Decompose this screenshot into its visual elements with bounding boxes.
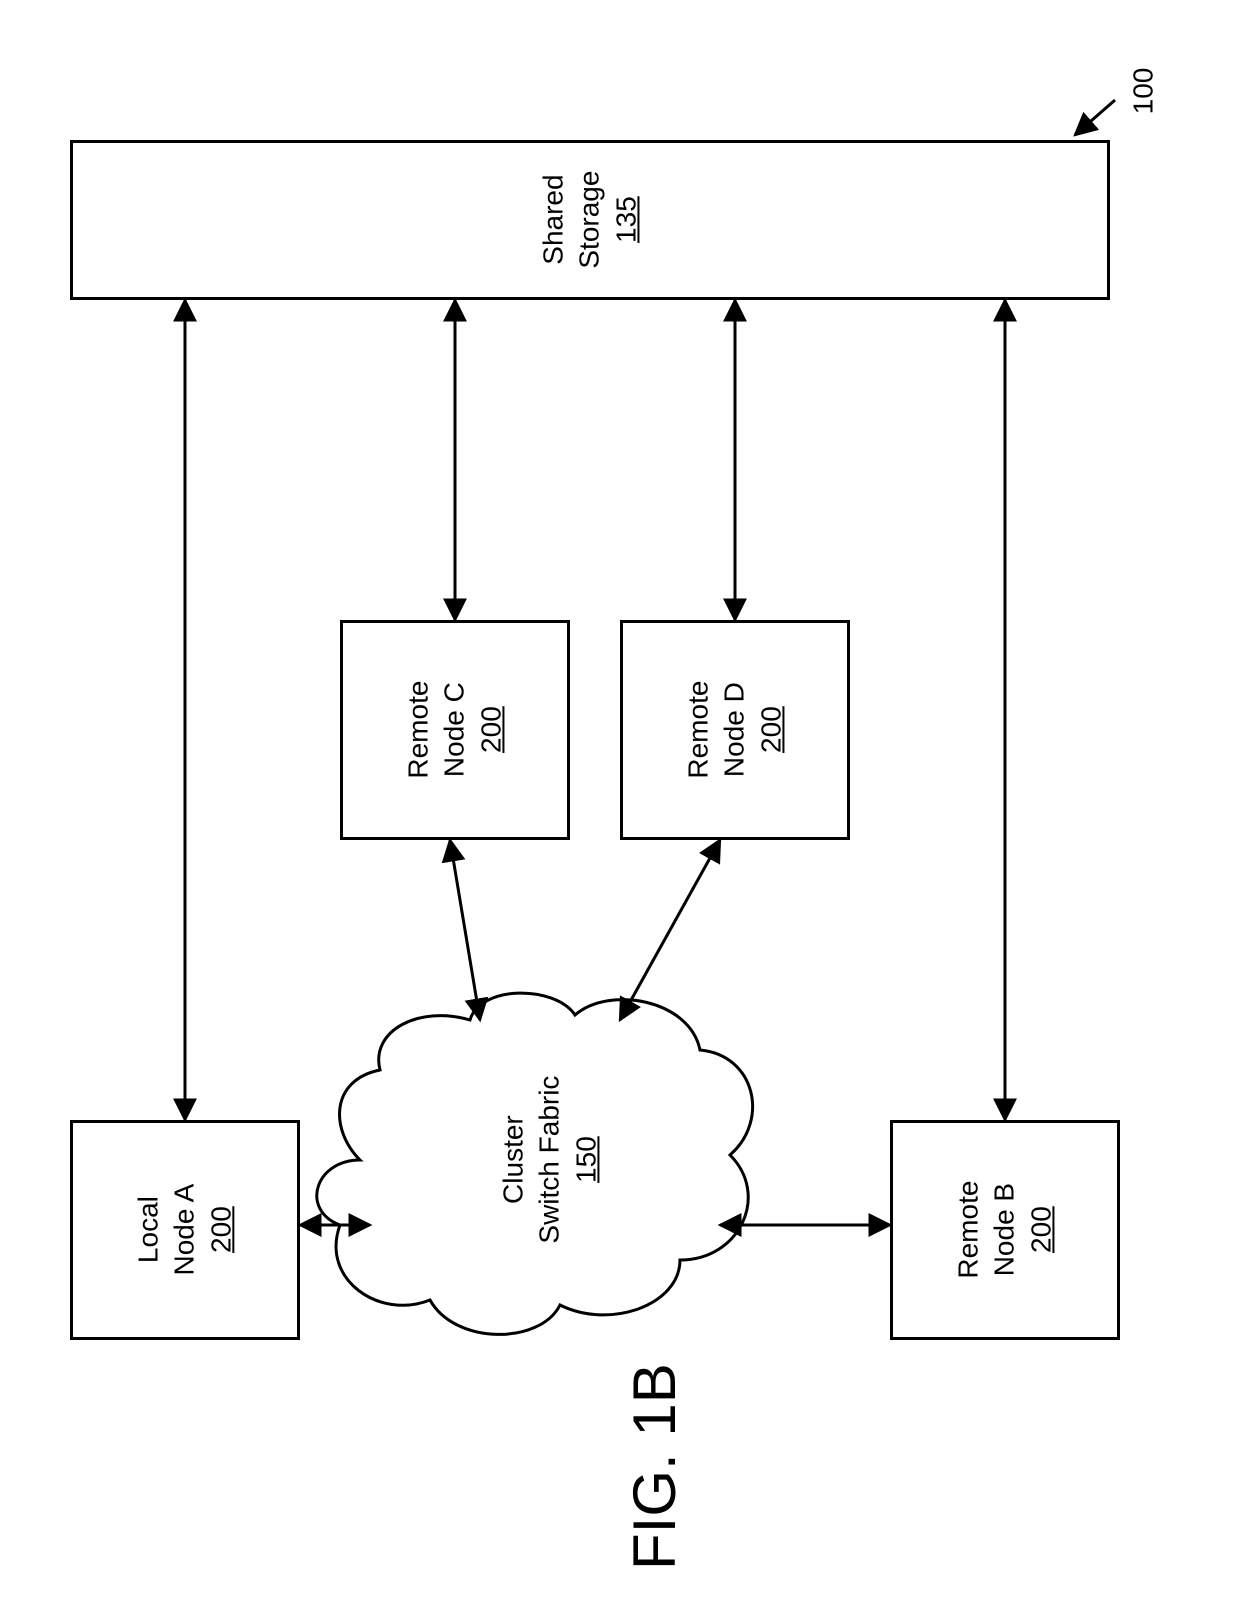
cluster-fabric-label: Cluster Switch Fabric 150	[440, 1090, 660, 1230]
ref-leader-arrow	[1075, 100, 1115, 135]
nodeC-line1: Remote	[402, 681, 433, 779]
nodeC-line2: Node C	[439, 683, 470, 778]
nodeB-num: 200	[1025, 1207, 1056, 1254]
nodeD-line1: Remote	[682, 681, 713, 779]
nodeC-num: 200	[475, 707, 506, 754]
nodeD-line2: Node D	[719, 683, 750, 778]
remote-node-d-box: Remote Node D 200	[620, 620, 850, 840]
arrow-fabric-nodeD	[620, 840, 720, 1020]
arrow-fabric-nodeC	[450, 840, 480, 1020]
local-node-a-box: Local Node A 200	[70, 1120, 300, 1340]
storage-num: 135	[610, 197, 641, 244]
nodeA-line1: Local	[132, 1197, 163, 1264]
fabric-line2: Switch Fabric	[534, 1076, 565, 1244]
storage-line2: Storage	[574, 171, 605, 269]
nodeD-num: 200	[755, 707, 786, 754]
nodeB-line1: Remote	[952, 1181, 983, 1279]
fabric-line1: Cluster	[497, 1116, 528, 1205]
storage-line1: Shared	[537, 175, 568, 265]
nodeA-num: 200	[205, 1207, 236, 1254]
remote-node-c-box: Remote Node C 200	[340, 620, 570, 840]
nodeB-line2: Node B	[989, 1183, 1020, 1276]
nodeA-line2: Node A	[169, 1184, 200, 1276]
figure-caption: FIG. 1B	[620, 1363, 689, 1570]
diagram-stage: 100 Shared Storage 135 Local Node A 200 …	[0, 0, 1240, 1603]
remote-node-b-box: Remote Node B 200	[890, 1120, 1120, 1340]
ref-number: 100	[1127, 68, 1159, 115]
fabric-num: 150	[570, 1137, 601, 1184]
shared-storage-box: Shared Storage 135	[70, 140, 1110, 300]
